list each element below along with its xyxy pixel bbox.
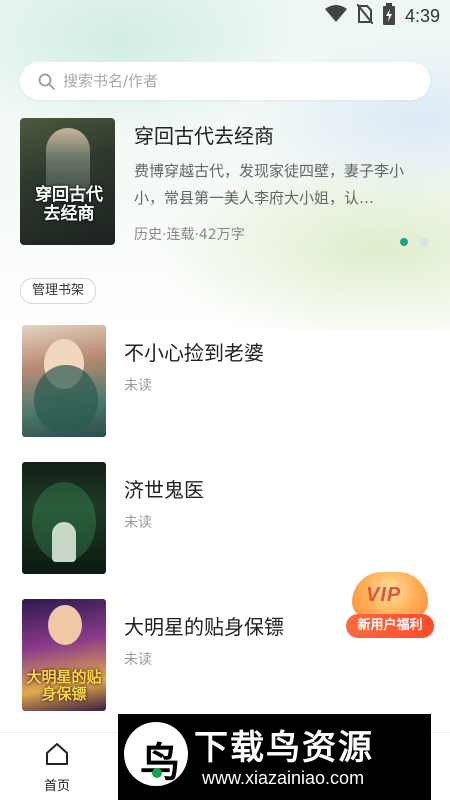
featured-book[interactable]: 穿回古代去经商 穿回古代去经商 费博穿越古代，发现家徒四壁，妻子李小小，常县第一… [20, 118, 432, 248]
carousel-dot-active [400, 238, 408, 246]
book-cover-title: 大明星的贴身保镖 [26, 668, 102, 703]
cover-figure [48, 605, 82, 645]
search-icon [38, 73, 55, 90]
tab-home-label: 首页 [43, 779, 70, 794]
featured-book-cover[interactable]: 穿回古代去经商 [20, 118, 115, 245]
vip-label: 新用户福利 [346, 614, 434, 638]
watermark-title: 下载鸟资源 [194, 728, 374, 768]
book-cover[interactable] [22, 325, 106, 437]
home-icon [44, 743, 70, 771]
status-bar: 4:39 [324, 0, 440, 32]
book-status: 未读 [124, 515, 152, 531]
book-cover[interactable]: 大明星的贴身保镖 [22, 599, 106, 711]
watermark-banner: 鸟 下载鸟资源 www.xiazainiao.com [118, 714, 431, 800]
bird-glyph: 鸟 [140, 740, 180, 786]
watermark-logo: 鸟 [124, 722, 188, 786]
list-item[interactable]: 不小心捡到老婆 未读 [20, 325, 430, 462]
search-bar[interactable] [20, 62, 430, 100]
manage-bookshelf-button[interactable]: 管理书架 [20, 278, 97, 304]
vip-text: VIP [366, 584, 402, 606]
tab-home[interactable]: 首页 [32, 741, 82, 794]
book-cover[interactable] [22, 462, 106, 574]
no-sim-icon [356, 3, 374, 28]
featured-book-description: 费博穿越古代，发现家徒四壁，妻子李小小，常县第一美人李府大小姐，认… [134, 162, 405, 207]
featured-cover-title: 穿回古代去经商 [35, 185, 103, 224]
carousel-indicator [400, 238, 428, 246]
featured-book-meta: 历史·连载·42万字 [134, 227, 245, 243]
book-title[interactable]: 不小心捡到老婆 [124, 337, 264, 366]
battery-charging-icon [382, 3, 395, 29]
search-input[interactable] [61, 71, 430, 91]
carousel-dot [420, 238, 428, 246]
clock: 4:39 [404, 5, 440, 26]
book-status: 未读 [124, 652, 152, 668]
book-status: 未读 [124, 378, 152, 394]
wifi-icon [324, 5, 347, 27]
new-user-vip-badge[interactable]: VIP 新用户福利 [346, 572, 434, 644]
cover-figure [52, 522, 76, 562]
watermark-url: www.xiazainiao.com [202, 768, 365, 788]
cover-figure [34, 365, 98, 435]
book-title[interactable]: 济世鬼医 [124, 474, 204, 503]
book-title[interactable]: 大明星的贴身保镖 [124, 611, 284, 640]
featured-book-title[interactable]: 穿回古代去经商 [134, 120, 274, 149]
logo-dot [152, 768, 162, 778]
bookshelf-list: 不小心捡到老婆 未读 济世鬼医 未读 大明星的贴身保镖 大明星的贴身保镖 未读 [20, 325, 430, 736]
